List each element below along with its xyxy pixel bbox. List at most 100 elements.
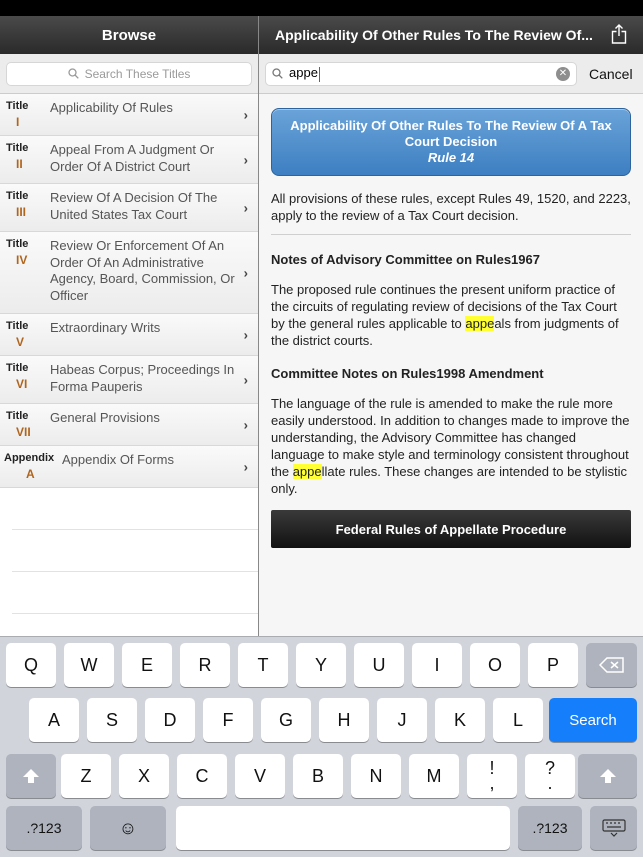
title-row[interactable]: Title I Applicability Of Rules ›: [0, 94, 258, 136]
key-n[interactable]: N: [351, 754, 401, 798]
key-k[interactable]: K: [435, 698, 485, 742]
key-c[interactable]: C: [177, 754, 227, 798]
key-question[interactable]: ?.: [525, 754, 575, 798]
notes-paragraph-1998: The language of the rule is amended to m…: [271, 395, 631, 497]
key-a[interactable]: A: [29, 698, 79, 742]
numbers-key-right[interactable]: .?123: [518, 806, 582, 850]
key-p[interactable]: P: [528, 643, 578, 687]
shift-icon: [599, 769, 616, 783]
chevron-right-icon: ›: [243, 459, 248, 474]
shift-key-right[interactable]: [578, 754, 637, 798]
title-row[interactable]: Title IV Review Or Enforcement Of An Order…: [0, 232, 258, 314]
key-w[interactable]: W: [64, 643, 114, 687]
cancel-button[interactable]: Cancel: [589, 66, 633, 82]
title-row[interactable]: Appendix A Appendix Of Forms ›: [0, 446, 258, 488]
key-o[interactable]: O: [470, 643, 520, 687]
key-q[interactable]: Q: [6, 643, 56, 687]
rule-content: Applicability Of Other Rules To The Revi…: [259, 94, 643, 548]
key-sub-label: .: [547, 773, 553, 793]
key-z[interactable]: Z: [61, 754, 111, 798]
shift-key-left[interactable]: [6, 754, 56, 798]
key-label: B: [311, 765, 324, 786]
rule-search-bar: appe ✕ Cancel: [259, 54, 643, 94]
title-row[interactable]: Title VI Habeas Corpus; Proceedings In For…: [0, 356, 258, 404]
rule-title: Applicability Of Other Rules To The Revi…: [290, 118, 612, 149]
chevron-right-icon: ›: [243, 372, 248, 387]
key-e[interactable]: E: [122, 643, 172, 687]
title-kind-label: Title: [6, 410, 29, 422]
numbers-key-left[interactable]: .?123: [6, 806, 82, 850]
key-label: X: [137, 765, 150, 786]
key-label: .?123: [26, 820, 62, 836]
key-label: O: [487, 654, 502, 675]
detail-title: Applicability Of Other Rules To The Revi…: [275, 27, 593, 43]
search-key[interactable]: Search: [549, 698, 637, 742]
key-x[interactable]: X: [119, 754, 169, 798]
key-g[interactable]: G: [261, 698, 311, 742]
chevron-right-icon: ›: [243, 107, 248, 122]
key-label: F: [222, 709, 234, 730]
title-kind: Title IV: [0, 232, 46, 313]
key-label: A: [47, 709, 60, 730]
title-number: VII: [16, 425, 31, 439]
title-kind-label: Appendix: [4, 452, 55, 464]
text-cursor: [318, 66, 320, 82]
titles-list: Title I Applicability Of Rules › Title II Appe…: [0, 94, 258, 488]
key-v[interactable]: V: [235, 754, 285, 798]
title-number: IV: [16, 253, 28, 267]
key-label: L: [512, 709, 523, 730]
rule-search-input[interactable]: appe ✕: [265, 61, 577, 86]
title-row[interactable]: Title VII General Provisions ›: [0, 404, 258, 446]
title-number: V: [16, 335, 25, 349]
key-m[interactable]: M: [409, 754, 459, 798]
title-kind-label: Title: [6, 320, 29, 332]
key-l[interactable]: L: [493, 698, 543, 742]
key-b[interactable]: B: [293, 754, 343, 798]
key-label: S: [105, 709, 118, 730]
chevron-right-icon: ›: [243, 327, 248, 342]
share-icon[interactable]: [611, 24, 627, 44]
titles-search-input[interactable]: Search These Titles: [6, 61, 252, 86]
title-row[interactable]: Title II Appeal From A Judgment Or Order O…: [0, 136, 258, 184]
browse-title: Browse: [101, 26, 157, 44]
key-t[interactable]: T: [238, 643, 288, 687]
emoji-key[interactable]: ☺: [90, 806, 166, 850]
clear-search-icon[interactable]: ✕: [556, 66, 570, 81]
key-label: Y: [314, 654, 327, 675]
key-label: Search: [569, 711, 617, 729]
federal-rules-button[interactable]: Federal Rules of Appellate Procedure: [271, 510, 631, 548]
key-label: ☺: [118, 817, 138, 838]
title-kind: Appendix A: [0, 446, 58, 487]
key-i[interactable]: I: [412, 643, 462, 687]
title-kind: Title VI: [0, 356, 46, 403]
key-r[interactable]: R: [180, 643, 230, 687]
rule-header-button[interactable]: Applicability Of Other Rules To The Revi…: [271, 108, 631, 176]
notes-heading-1967: Notes of Advisory Committee on Rules1967: [271, 252, 540, 267]
key-label: Q: [23, 654, 38, 675]
title-row[interactable]: Title V Extraordinary Writs ›: [0, 314, 258, 356]
backspace-key[interactable]: [586, 643, 637, 687]
key-f[interactable]: F: [203, 698, 253, 742]
key-h[interactable]: H: [319, 698, 369, 742]
empty-row: [12, 572, 258, 614]
backspace-icon: [598, 657, 624, 673]
title-row[interactable]: Title III Review Of A Decision Of The Unit…: [0, 184, 258, 232]
title-label: Habeas Corpus; Proceedings In Forma Paup…: [50, 362, 235, 394]
key-s[interactable]: S: [87, 698, 137, 742]
search-icon: [272, 68, 283, 79]
status-bar: [0, 0, 643, 16]
key-label: M: [426, 765, 442, 786]
title-kind: Title V: [0, 314, 46, 355]
key-u[interactable]: U: [354, 643, 404, 687]
title-kind: Title III: [0, 184, 46, 231]
key-y[interactable]: Y: [296, 643, 346, 687]
space-key[interactable]: [176, 806, 510, 850]
key-d[interactable]: D: [145, 698, 195, 742]
key-exclamation[interactable]: !,: [467, 754, 517, 798]
shift-icon: [23, 769, 39, 783]
empty-row: [12, 488, 258, 530]
hide-keyboard-key[interactable]: [590, 806, 637, 850]
title-kind-label: Title: [6, 142, 29, 154]
key-j[interactable]: J: [377, 698, 427, 742]
title-number: III: [16, 205, 27, 219]
